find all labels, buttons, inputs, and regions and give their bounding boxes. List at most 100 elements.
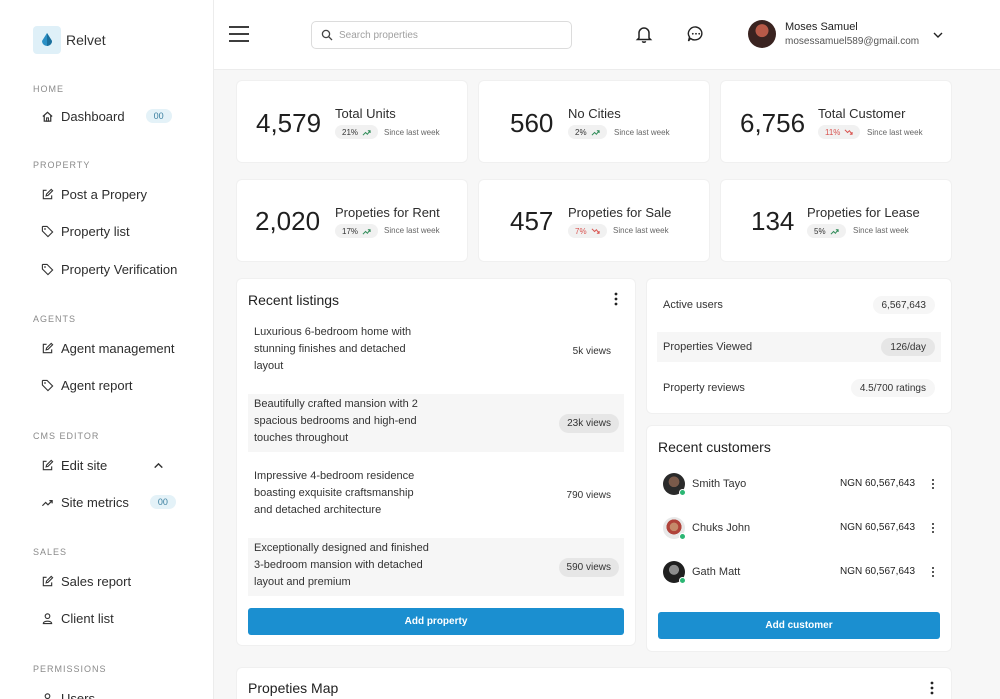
more-vertical-icon[interactable] — [931, 566, 935, 578]
listing-item[interactable]: Luxurious 6-bedroom home with stunning f… — [248, 322, 624, 380]
bell-icon[interactable] — [634, 24, 654, 44]
customer-row[interactable]: Gath Matt NGN 60,567,643 — [663, 561, 939, 585]
customer-name: Gath Matt — [692, 566, 741, 578]
customer-amount: NGN 60,567,643 — [840, 566, 916, 577]
stat-card-no-cities: 560 No Cities 2% Since last week — [479, 81, 709, 162]
sidebar-item-label: Post a Propery — [61, 186, 147, 202]
sidebar-item-property-list[interactable]: Property list — [41, 221, 201, 241]
sidebar-item-agent-management[interactable]: Agent management — [41, 338, 201, 358]
sidebar-item-agent-report[interactable]: Agent report — [41, 375, 201, 395]
stat-card-total-units: 4,579 Total Units 21% Since last week — [237, 81, 467, 162]
stat-card-properties-lease: 134 Propeties for Lease 5% Since last we… — [721, 180, 951, 261]
metric-row: Active users 6,567,643 — [657, 290, 941, 320]
metric-label: Properties Viewed — [663, 341, 753, 353]
sidebar-item-label: Agent report — [61, 377, 133, 393]
sidebar: Relvet HOME Dashboard 00 PROPERTY Post a… — [0, 0, 214, 699]
stat-change: 11% — [825, 127, 841, 137]
sidebar-item-label: Client list — [61, 610, 114, 626]
sidebar-item-label: Site metrics — [61, 494, 129, 510]
add-customer-button[interactable]: Add customer — [658, 612, 940, 639]
customer-row[interactable]: Chuks John NGN 60,567,643 — [663, 517, 939, 541]
stat-label: No Cities — [568, 106, 621, 121]
sidebar-item-label: Edit site — [61, 457, 108, 473]
add-property-button[interactable]: Add property — [248, 608, 624, 635]
sidebar-item-edit-site[interactable]: Edit site — [41, 455, 172, 475]
stat-value: 134 — [751, 206, 795, 236]
top-header: Moses Samuel mosessamuel589@gmail.com — [214, 0, 1000, 70]
stat-change-chip: 5% — [807, 224, 846, 238]
metric-label: Active users — [663, 299, 723, 311]
metric-label: Property reviews — [663, 382, 745, 394]
recent-listings-panel: Recent listings Luxurious 6-bedroom home… — [237, 279, 635, 645]
site-metrics-badge: 00 — [149, 495, 176, 509]
section-agents: AGENTS — [33, 314, 77, 324]
search-box[interactable] — [311, 21, 572, 49]
customer-name: Chuks John — [692, 522, 751, 534]
listing-item[interactable]: Impressive 4-bedroom residence boasting … — [248, 466, 624, 524]
home-icon — [42, 111, 53, 122]
listing-views: 790 views — [558, 486, 619, 505]
sidebar-item-label: Property Verification — [61, 261, 178, 277]
more-vertical-icon[interactable] — [929, 681, 935, 695]
section-permissions: PERMISSIONS — [33, 664, 107, 674]
sidebar-item-post-property[interactable]: Post a Propery — [41, 184, 201, 204]
stat-change-chip: 2% — [568, 125, 607, 139]
more-vertical-icon[interactable] — [613, 292, 619, 306]
stat-card-properties-rent: 2,020 Propeties for Rent 17% Since last … — [237, 180, 467, 261]
online-status-dot — [679, 577, 686, 584]
customer-row[interactable]: Smith Tayo NGN 60,567,643 — [663, 473, 939, 497]
stat-change: 2% — [575, 127, 587, 137]
sidebar-item-dashboard[interactable]: Dashboard 00 — [41, 106, 201, 126]
metric-value: 126/day — [881, 338, 935, 356]
brand-logo[interactable]: Relvet — [33, 26, 106, 54]
stat-change-chip: 7% — [568, 224, 607, 238]
tag-icon — [41, 379, 54, 391]
customer-amount: NGN 60,567,643 — [840, 522, 916, 533]
trend-up-icon — [362, 228, 371, 235]
sidebar-item-site-metrics[interactable]: Site metrics 00 — [41, 492, 201, 512]
listing-item[interactable]: Exceptionally designed and finished 3-be… — [248, 538, 624, 596]
site-metrics-panel: Active users 6,567,643 Properties Viewed… — [647, 279, 951, 413]
stat-value: 560 — [510, 108, 554, 138]
trend-down-icon — [844, 128, 854, 135]
sidebar-item-sales-report[interactable]: Sales report — [41, 571, 201, 591]
users-icon — [44, 692, 51, 699]
listing-item[interactable]: Beautifully crafted mansion with 2 spaci… — [248, 394, 624, 452]
edit-icon — [42, 188, 54, 199]
stat-change-chip: 21% — [335, 125, 379, 139]
chevron-down-icon[interactable] — [932, 29, 944, 41]
trend-up-icon — [591, 129, 600, 136]
recent-customers-panel: Recent customers Smith Tayo NGN 60,567,6… — [647, 426, 951, 651]
more-vertical-icon[interactable] — [931, 522, 935, 534]
more-vertical-icon[interactable] — [931, 478, 935, 490]
drop-icon — [33, 26, 61, 54]
chevron-up-icon[interactable] — [152, 459, 165, 472]
stat-change: 7% — [575, 226, 587, 236]
menu-icon[interactable] — [228, 24, 250, 44]
edit-icon — [42, 342, 54, 353]
panel-title: Recent customers — [658, 439, 771, 455]
trend-up-icon — [830, 228, 839, 235]
stat-label: Total Customer — [818, 106, 906, 121]
search-input[interactable] — [339, 29, 549, 41]
stat-label: Propeties for Rent — [335, 205, 440, 220]
section-home: HOME — [33, 84, 64, 94]
search-icon — [321, 29, 333, 41]
stat-change-chip: 11% — [818, 125, 861, 139]
chat-icon[interactable] — [686, 24, 706, 44]
listing-text: Exceptionally designed and finished 3-be… — [254, 542, 429, 588]
stat-since: Since last week — [613, 226, 669, 235]
stat-label: Total Units — [335, 106, 396, 121]
user-avatar[interactable] — [748, 20, 776, 48]
listing-views: 590 views — [558, 558, 619, 577]
sidebar-item-property-verification[interactable]: Property Verification — [41, 259, 211, 279]
user-email: mosessamuel589@gmail.com — [785, 36, 920, 47]
sidebar-item-client-list[interactable]: Client list — [41, 608, 201, 628]
customer-amount: NGN 60,567,643 — [840, 478, 916, 489]
edit-icon — [42, 459, 54, 470]
stat-label: Propeties for Lease — [807, 205, 920, 220]
sidebar-item-users[interactable]: Users — [41, 688, 201, 699]
online-status-dot — [679, 489, 686, 496]
panel-title: Propeties Map — [248, 680, 339, 696]
metric-value: 6,567,643 — [872, 296, 935, 314]
